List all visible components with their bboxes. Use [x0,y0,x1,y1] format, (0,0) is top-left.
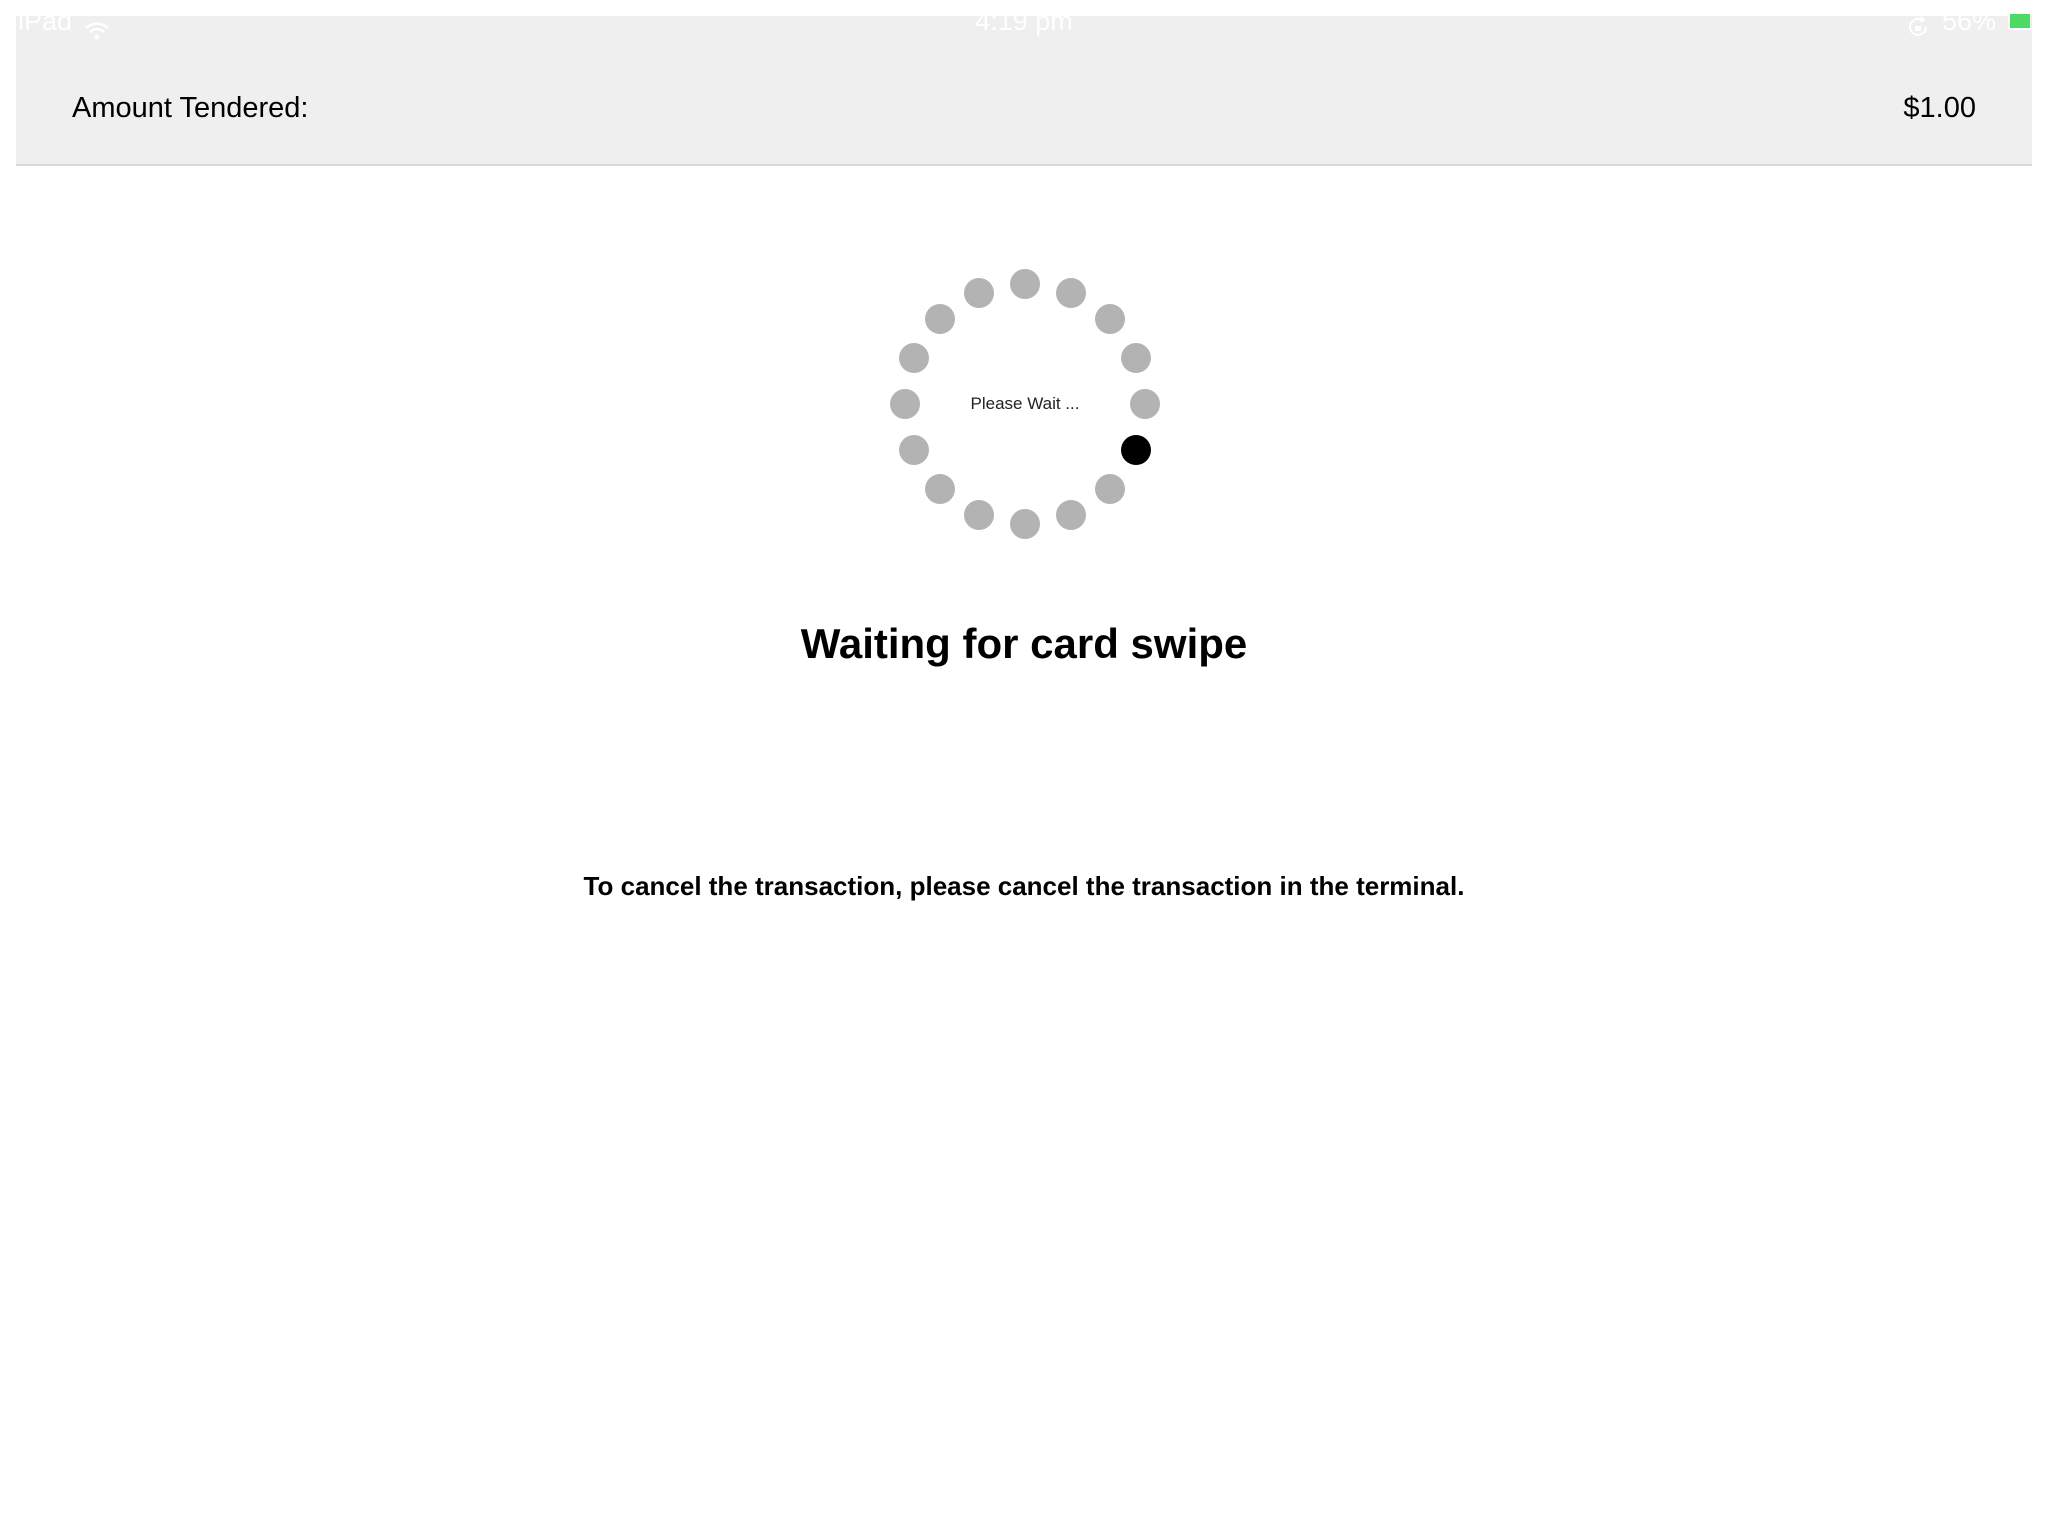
amount-tendered-row: Amount Tendered: $1.00 [72,86,1976,130]
battery-level-fill [2010,14,2031,28]
loading-spinner: Please Wait ... [885,264,1165,544]
spinner-dot [1120,434,1151,465]
rotation-lock-icon [1906,9,1930,36]
spinner-dot [925,473,956,504]
spinner-dot [1130,389,1160,419]
spinner-dot [890,389,920,419]
status-time: 4:19 pm [975,6,1073,36]
spinner-dot [1094,304,1125,335]
waiting-heading: Waiting for card swipe [800,620,1248,667]
spinner-dot [1094,473,1125,504]
spinner-dot [1055,499,1086,530]
amount-tendered-label: Amount Tendered: [72,92,309,124]
spinner-dot [1055,278,1086,309]
spinner-dot [964,278,995,309]
spinner-dot [964,499,995,530]
battery-icon [2008,12,2048,30]
spinner-dot [899,434,930,465]
battery-percent: 56% [1941,6,1996,36]
spinner-dot [1120,343,1151,374]
cancel-instruction: To cancel the transaction, please cancel… [583,871,1465,901]
amount-tendered-value: $1.00 [1903,92,1976,124]
spinner-dot [1010,509,1040,539]
spinner-dot [1010,269,1040,299]
status-right: 56% [1906,0,2048,42]
status-bar: iPad 4:19 pm 56% [0,0,2048,42]
spinner-dot [899,343,930,374]
spinner-dot [925,304,956,335]
spinner-label: Please Wait ... [970,394,1080,413]
